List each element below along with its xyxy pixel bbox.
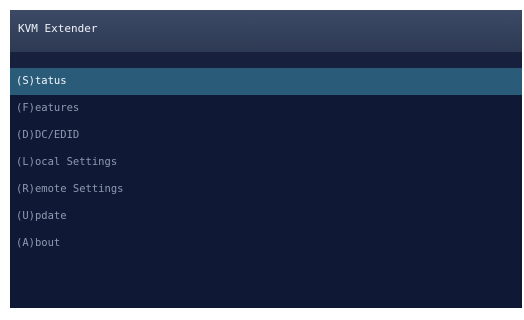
menu-item-local-settings[interactable]: (L)ocal Settings bbox=[10, 149, 522, 176]
main-menu: (S)tatus (F)eatures (D)DC/EDID (L)ocal S… bbox=[10, 68, 522, 257]
menu-item-remote-settings[interactable]: (R)emote Settings bbox=[10, 176, 522, 203]
menu-item-features[interactable]: (F)eatures bbox=[10, 95, 522, 122]
title-separator bbox=[10, 52, 522, 68]
menu-item-status[interactable]: (S)tatus bbox=[10, 68, 522, 95]
menu-item-about[interactable]: (A)bout bbox=[10, 230, 522, 257]
menu-item-ddc-edid[interactable]: (D)DC/EDID bbox=[10, 122, 522, 149]
title-bar: KVM Extender bbox=[10, 10, 522, 52]
kvm-osd-screen: KVM Extender (S)tatus (F)eatures (D)DC/E… bbox=[10, 10, 522, 308]
menu-item-update[interactable]: (U)pdate bbox=[10, 203, 522, 230]
window-title: KVM Extender bbox=[18, 22, 98, 35]
